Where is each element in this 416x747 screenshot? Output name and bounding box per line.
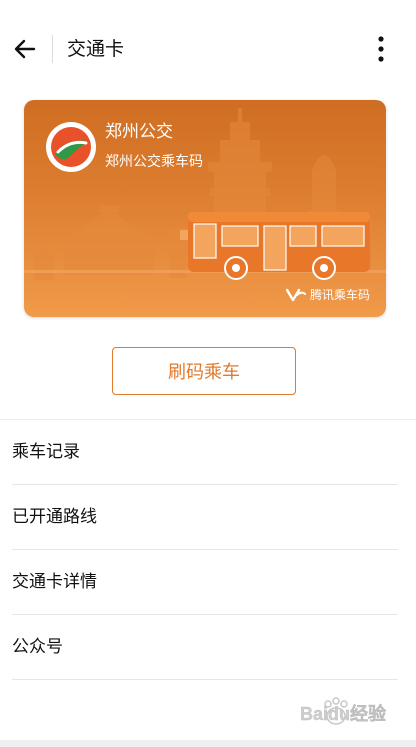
header-divider [52,35,53,63]
menu-item-ride-history[interactable]: 乘车记录 [0,420,416,485]
tencent-ride-code-icon [285,288,306,301]
page-title: 交通卡 [67,38,125,60]
bottom-strip [0,740,416,747]
more-options-button[interactable] [366,34,396,64]
baidu-jingyan-watermark: Baidu经验 [300,697,387,725]
arrow-left-icon [14,39,36,59]
menu-list: 乘车记录 已开通路线 交通卡详情 公众号 [0,419,416,680]
watermark-text: Baidu经验 [300,703,387,724]
menu-item-official-account[interactable]: 公众号 [0,615,416,680]
menu-item-label: 交通卡详情 [12,572,97,592]
top-bar: 交通卡 [0,0,416,98]
more-vertical-icon [378,36,384,62]
menu-item-opened-routes[interactable]: 已开通路线 [0,485,416,550]
transit-card[interactable]: 郑州公交 郑州公交乘车码 腾讯乘车码 [24,100,386,317]
menu-item-label: 已开通路线 [12,507,97,527]
back-button[interactable] [10,34,40,64]
card-brand: 腾讯乘车码 [285,286,370,303]
scan-to-ride-button[interactable]: 刷码乘车 [112,347,296,395]
card-subtitle: 郑州公交乘车码 [105,154,203,170]
brand-label: 腾讯乘车码 [309,288,370,302]
card-name: 郑州公交 [105,122,173,142]
zhengzhou-bus-logo-icon [46,122,96,172]
menu-item-label: 公众号 [12,637,63,657]
menu-item-card-details[interactable]: 交通卡详情 [0,550,416,615]
menu-item-label: 乘车记录 [12,442,80,462]
